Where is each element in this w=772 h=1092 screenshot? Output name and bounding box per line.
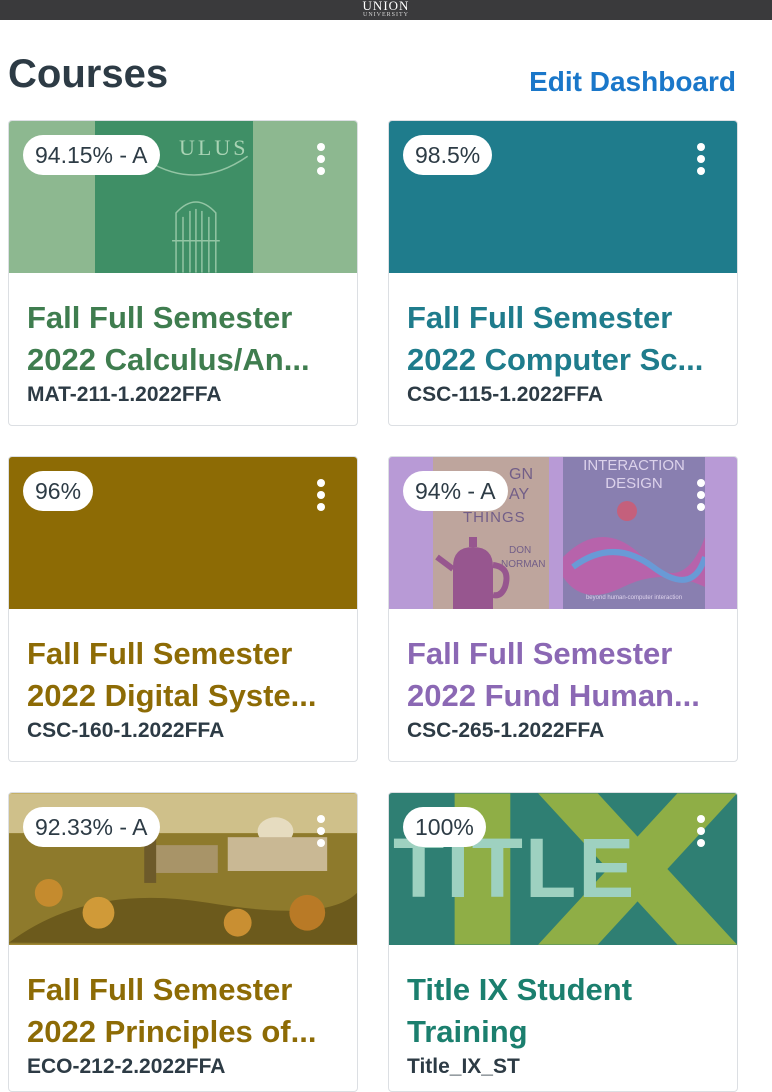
more-options-icon[interactable]: [693, 479, 709, 519]
university-logo-subtext: UNIVERSITY: [363, 12, 409, 18]
card-body: Fall Full Semester 2022 Fund Human... CS…: [389, 609, 737, 761]
more-options-icon[interactable]: [693, 815, 709, 855]
grade-badge: 100%: [403, 807, 486, 847]
course-color-digital-systems[interactable]: 96%: [9, 457, 357, 609]
course-code: Title_IX_ST: [407, 1055, 520, 1078]
page-title: Courses: [8, 52, 169, 96]
card-body: Fall Full Semester 2022 Principles of...…: [9, 945, 357, 1091]
course-code: MAT-211-1.2022FFA: [27, 383, 222, 406]
course-code: CSC-265-1.2022FFA: [407, 719, 605, 742]
course-card-principles[interactable]: 92.33% - A Fall Full Semester 2022 Princ…: [8, 792, 358, 1092]
edit-dashboard-link[interactable]: Edit Dashboard: [529, 66, 736, 98]
course-title[interactable]: Fall Full Semester 2022 Principles of...: [27, 969, 339, 1053]
university-logo: UNION: [362, 0, 410, 13]
card-body: Title IX Student Training Title_IX_ST: [389, 945, 737, 1091]
card-body: Fall Full Semester 2022 Digital Syste...…: [9, 609, 357, 761]
more-options-icon[interactable]: [693, 143, 709, 183]
grade-badge: 96%: [23, 471, 94, 511]
course-image-human-interaction[interactable]: GN AY THINGS DON NORMAN INTERACTION DESI…: [389, 457, 737, 609]
more-options-icon[interactable]: [313, 143, 329, 183]
course-image-title-ix[interactable]: TITLE 100%: [389, 793, 737, 945]
course-card-calculus[interactable]: ULUS 94.15% - A Fall Full Semester 2022 …: [8, 120, 358, 426]
course-card-digital-systems[interactable]: 96% Fall Full Semester 2022 Digital Syst…: [8, 456, 358, 762]
grade-badge: 94.15% - A: [23, 135, 160, 175]
grade-badge: 94% - A: [403, 471, 508, 511]
course-color-computer-science[interactable]: 98.5%: [389, 121, 737, 273]
course-card-human-interaction[interactable]: GN AY THINGS DON NORMAN INTERACTION DESI…: [388, 456, 738, 762]
course-title[interactable]: Fall Full Semester 2022 Digital Syste...: [27, 633, 339, 717]
course-title[interactable]: Title IX Student Training: [407, 969, 719, 1053]
course-title[interactable]: Fall Full Semester 2022 Computer Sc...: [407, 297, 719, 381]
hero-text-calculus: ULUS: [179, 135, 249, 160]
course-image-calculus[interactable]: ULUS 94.15% - A: [9, 121, 357, 273]
course-code: CSC-115-1.2022FFA: [407, 383, 604, 406]
grade-badge: 98.5%: [403, 135, 493, 175]
course-title[interactable]: Fall Full Semester 2022 Fund Human...: [407, 633, 719, 717]
card-body: Fall Full Semester 2022 Computer Sc... C…: [389, 273, 737, 425]
card-body: Fall Full Semester 2022 Calculus/An... M…: [9, 273, 357, 425]
grade-badge: 92.33% - A: [23, 807, 160, 847]
course-image-campus[interactable]: 92.33% - A: [9, 793, 357, 945]
top-bar: UNION UNIVERSITY: [0, 0, 772, 20]
course-title[interactable]: Fall Full Semester 2022 Calculus/An...: [27, 297, 339, 381]
course-code: CSC-160-1.2022FFA: [27, 719, 225, 742]
course-code: ECO-212-2.2022FFA: [27, 1055, 226, 1078]
course-card-computer-science[interactable]: 98.5% Fall Full Semester 2022 Computer S…: [388, 120, 738, 426]
course-card-title-ix[interactable]: TITLE 100% Title IX Student Training Tit…: [388, 792, 738, 1092]
more-options-icon[interactable]: [313, 815, 329, 855]
more-options-icon[interactable]: [313, 479, 329, 519]
